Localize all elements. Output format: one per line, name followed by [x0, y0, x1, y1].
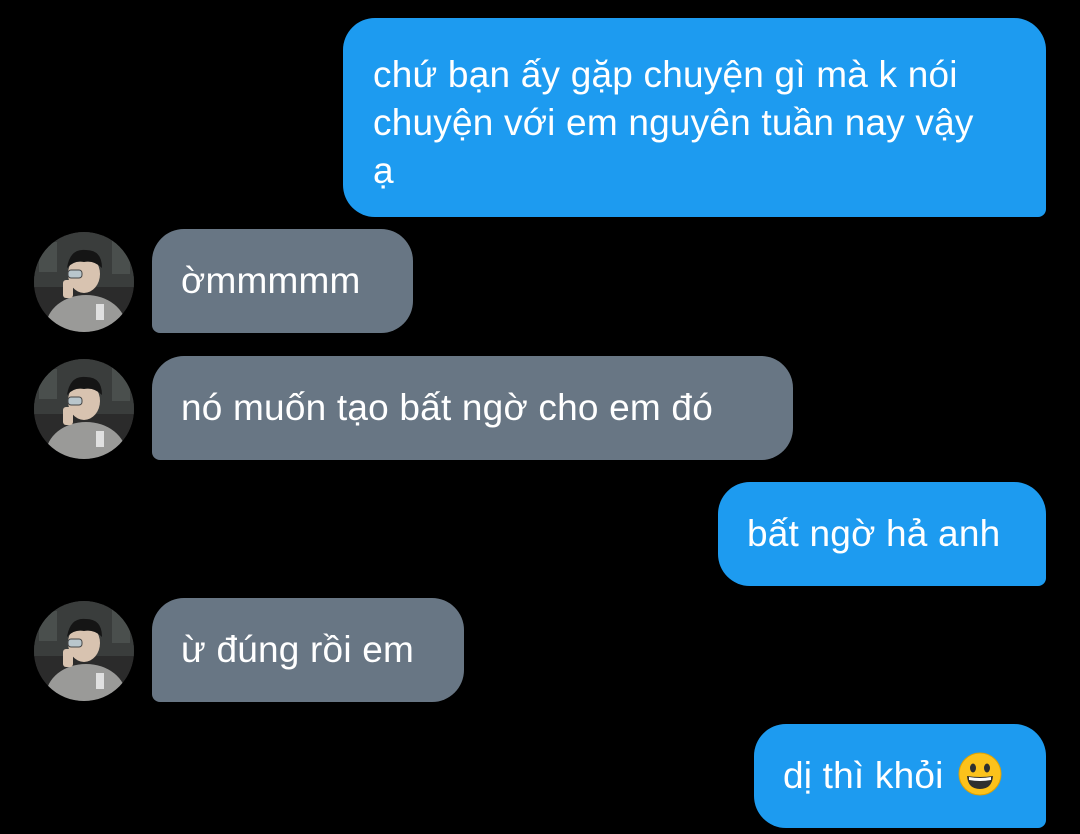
- message-text: nó muốn tạo bất ngờ cho em đó: [181, 387, 713, 428]
- message-text-line: chuyện với em nguyên tuần nay vậy: [373, 102, 974, 143]
- message-text: dị thì khỏi: [783, 755, 944, 796]
- contact-avatar[interactable]: [34, 359, 134, 459]
- contact-avatar[interactable]: [34, 601, 134, 701]
- avatar-photo: [34, 232, 134, 332]
- message-text: ừ đúng rồi em: [181, 629, 415, 670]
- message-text-line: ạ: [373, 150, 394, 191]
- message-thread: chứ bạn ấy gặp chuyện gì mà k nói chuyện…: [0, 0, 1080, 834]
- message-text: bất ngờ hả anh: [747, 513, 1001, 554]
- contact-avatar[interactable]: [34, 232, 134, 332]
- received-message-bubble[interactable]: nó muốn tạo bất ngờ cho em đó: [152, 356, 793, 460]
- message-text: ờmmmmm: [181, 260, 361, 301]
- received-message-bubble[interactable]: ừ đúng rồi em: [152, 598, 464, 702]
- avatar-photo: [34, 359, 134, 459]
- sent-message-bubble[interactable]: bất ngờ hả anh: [718, 482, 1046, 586]
- message-text-line: chứ bạn ấy gặp chuyện gì mà k nói: [373, 54, 958, 95]
- sent-message-bubble[interactable]: chứ bạn ấy gặp chuyện gì mà k nói chuyện…: [343, 18, 1046, 217]
- sent-message-bubble[interactable]: dị thì khỏi: [754, 724, 1046, 828]
- avatar-photo: [34, 601, 134, 701]
- received-message-bubble[interactable]: ờmmmmm: [152, 229, 413, 333]
- grinning-face-icon: [958, 752, 1002, 808]
